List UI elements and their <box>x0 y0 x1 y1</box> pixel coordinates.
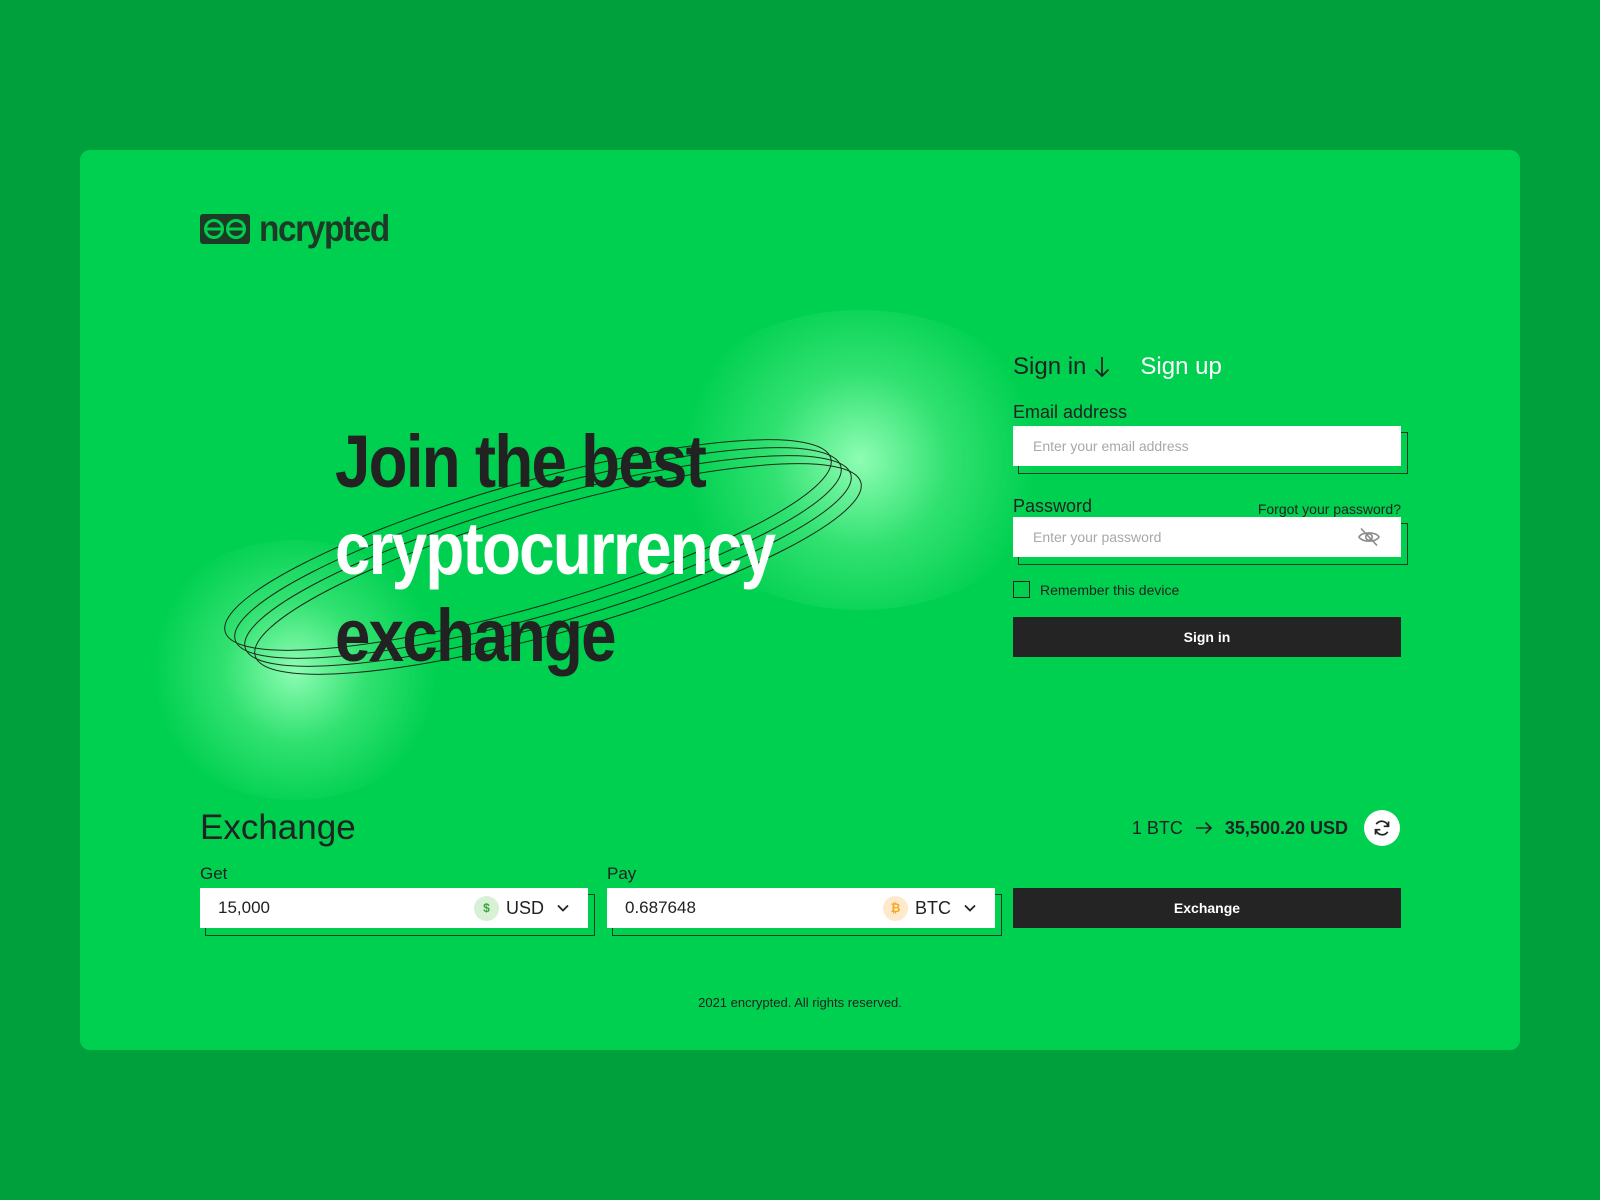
pay-currency-select[interactable]: ₿ BTC <box>883 895 977 921</box>
hero-line-3: exchange <box>335 594 617 677</box>
arrow-down-icon <box>1095 357 1110 378</box>
password-field-wrap <box>1013 517 1408 565</box>
dollar-coin-icon: $ <box>473 895 499 921</box>
rate-to: 35,500.20 USD <box>1224 817 1348 838</box>
hero-line-1: Join the best <box>335 420 707 503</box>
get-currency-select[interactable]: $ USD <box>473 895 570 921</box>
password-input[interactable] <box>1033 529 1357 545</box>
brand-name: ncrypted <box>259 208 390 249</box>
exchange-button[interactable]: Exchange <box>1013 888 1401 928</box>
get-label: Get <box>200 864 228 883</box>
get-field-wrap: $ USD <box>200 888 595 936</box>
get-field: Get $ USD <box>200 864 595 936</box>
brand-logo[interactable]: ncrypted <box>200 208 403 250</box>
remember-device-row: Remember this device <box>1013 581 1401 598</box>
email-label: Email address <box>1013 402 1128 422</box>
email-input[interactable] <box>1033 438 1381 454</box>
hero-line-2: cryptocurrency <box>335 507 776 590</box>
footer-copyright: 2021 encrypted. All rights reserved. <box>698 995 902 1010</box>
exchange-title: Exchange <box>200 808 356 847</box>
chevron-down-icon <box>557 904 569 912</box>
email-field-wrap <box>1013 426 1408 474</box>
double-e-logo-icon <box>200 214 250 244</box>
pay-amount-input[interactable] <box>625 898 825 918</box>
sign-in-button[interactable]: Sign in <box>1013 617 1401 657</box>
pay-field: Pay ₿ BTC <box>607 864 1002 936</box>
get-currency-label: USD <box>505 897 544 918</box>
get-box: $ USD <box>200 888 588 928</box>
tab-sign-in[interactable]: Sign in <box>1013 353 1110 381</box>
remember-checkbox[interactable] <box>1013 581 1030 598</box>
arrow-right-icon <box>1195 821 1213 835</box>
auth-panel: Sign in Sign up Email address Password F… <box>1013 350 1408 657</box>
password-label-row: Password Forgot your password? <box>1013 492 1401 517</box>
get-amount-input[interactable] <box>218 898 418 918</box>
password-label: Password <box>1013 496 1093 516</box>
pay-label: Pay <box>607 864 637 883</box>
refresh-rate-button[interactable] <box>1364 810 1400 846</box>
auth-tabs: Sign in Sign up <box>1013 350 1401 384</box>
forgot-password-link[interactable]: Forgot your password? <box>1258 501 1401 517</box>
main-card: ncrypted Join the best cryptocurrency ex… <box>80 150 1520 1050</box>
remember-label: Remember this device <box>1040 581 1180 598</box>
bitcoin-coin-icon: ₿ <box>883 895 908 921</box>
hero-headline: Join the best cryptocurrency exchange <box>335 418 776 679</box>
exchange-rate: 1 BTC 35,500.20 USD <box>1132 810 1400 846</box>
tab-sign-up-label: Sign up <box>1140 353 1222 380</box>
pay-currency-label: BTC <box>915 897 951 918</box>
refresh-icon <box>1374 820 1390 836</box>
email-box <box>1013 426 1401 466</box>
tab-sign-up[interactable]: Sign up <box>1140 353 1221 381</box>
tab-sign-in-label: Sign in <box>1013 353 1087 380</box>
chevron-down-icon <box>964 904 976 912</box>
eye-off-icon[interactable] <box>1357 525 1381 549</box>
password-box <box>1013 517 1401 557</box>
pay-box: ₿ BTC <box>607 888 995 928</box>
pay-field-wrap: ₿ BTC <box>607 888 1002 936</box>
rate-from: 1 BTC <box>1131 817 1183 838</box>
